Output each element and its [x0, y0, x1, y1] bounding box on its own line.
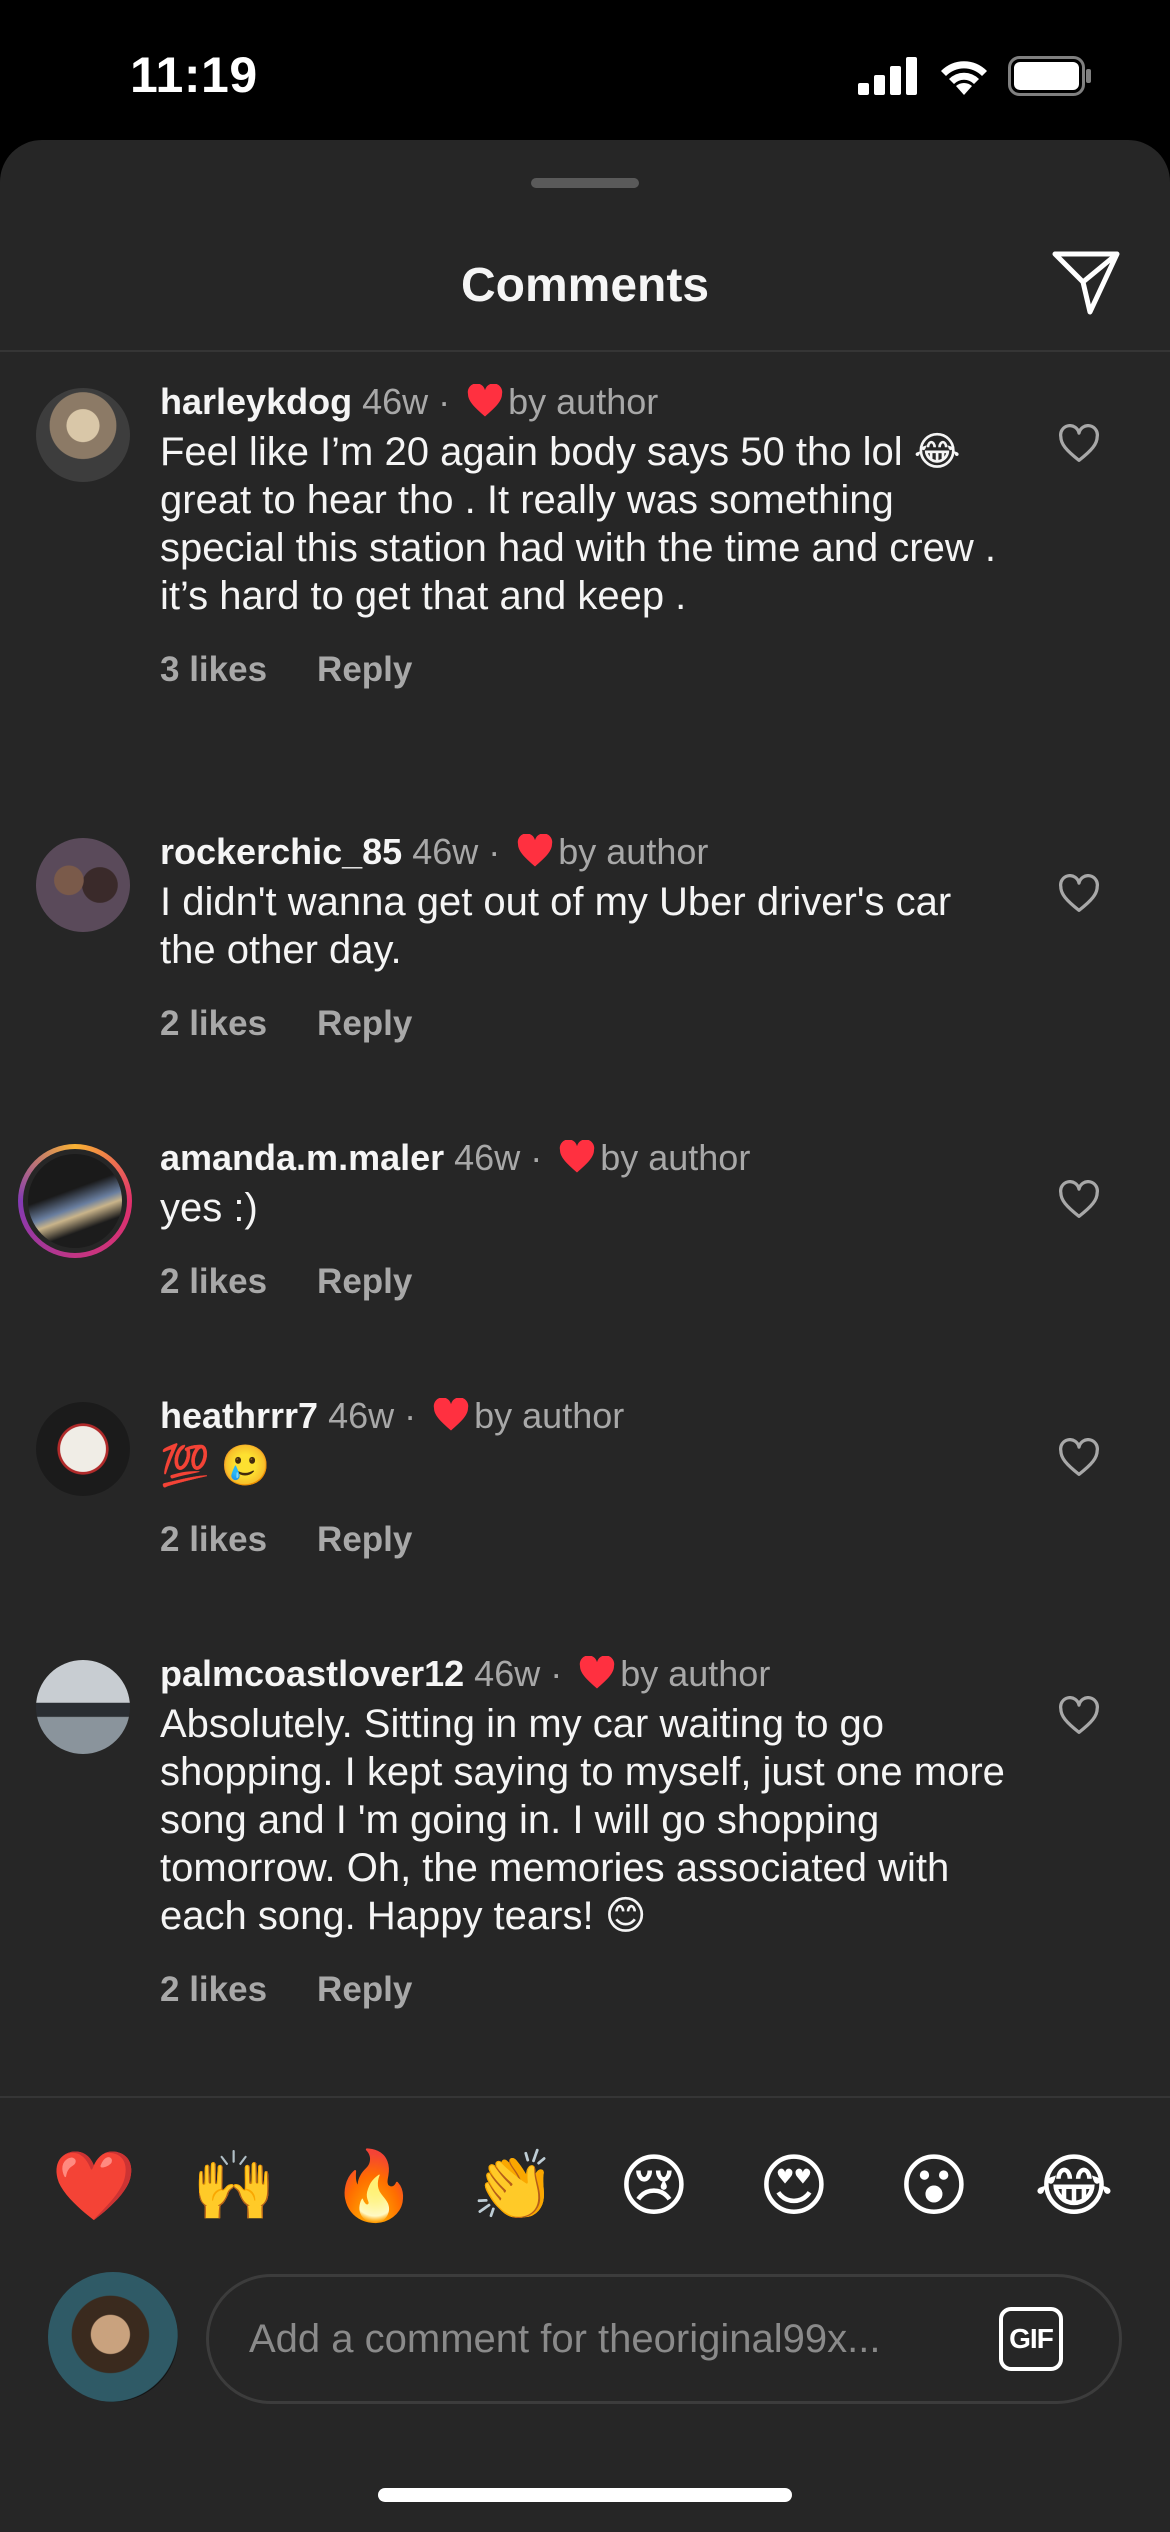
liked-by-author: by author: [600, 1137, 751, 1178]
avatar[interactable]: [36, 1402, 130, 1496]
share-icon[interactable]: [1050, 248, 1122, 318]
heart-outline-icon[interactable]: [1057, 1438, 1101, 1478]
comment-age: 46w: [454, 1137, 521, 1178]
like-count[interactable]: 2 likes: [160, 1520, 267, 1560]
like-count[interactable]: 2 likes: [160, 1262, 267, 1302]
sheet-grabber[interactable]: [531, 178, 639, 188]
comment-text: yes :): [160, 1186, 258, 1230]
avatar: [23, 1149, 127, 1253]
avatar[interactable]: [36, 1660, 130, 1754]
status-icons: [858, 56, 1092, 96]
comment-username[interactable]: palmcoastlover12: [160, 1653, 464, 1694]
title-divider: [0, 350, 1170, 352]
liked-by-author: by author: [508, 381, 659, 422]
author-heart-icon: [580, 1656, 615, 1689]
comment-username[interactable]: harleykdog: [160, 381, 352, 422]
comment-text: 💯 🥲: [160, 1444, 271, 1488]
comment-composer: GIF: [206, 2274, 1122, 2404]
liked-by-author: by author: [558, 831, 709, 872]
avatar[interactable]: [36, 838, 130, 932]
status-time: 11:19: [130, 47, 258, 103]
emoji-raised-hands-button[interactable]: 🙌: [186, 2138, 282, 2234]
battery-icon: [1008, 56, 1091, 96]
status-bar: 11:19: [0, 0, 1170, 140]
reply-button[interactable]: Reply: [317, 1262, 412, 1302]
cellular-signal-icon: [858, 57, 917, 95]
comment-text: I didn't wanna get out of my Uber driver…: [160, 880, 952, 972]
like-count[interactable]: 2 likes: [160, 1004, 267, 1044]
emoji-crying-button[interactable]: 😢: [606, 2138, 702, 2234]
current-user-avatar: [48, 2272, 178, 2402]
liked-by-author: by author: [620, 1653, 771, 1694]
comment-age: 46w: [474, 1653, 541, 1694]
home-indicator[interactable]: [378, 2488, 792, 2502]
emoji-laughing-button[interactable]: 😂: [1026, 2138, 1122, 2234]
comment-age: 46w: [412, 831, 479, 872]
emoji-heart-button[interactable]: ❤️: [46, 2138, 142, 2234]
emoji-surprised-button[interactable]: 😮: [886, 2138, 982, 2234]
sheet-title: Comments: [460, 259, 710, 312]
author-heart-icon: [433, 1398, 469, 1431]
comment-username[interactable]: heathrrr7: [160, 1395, 318, 1436]
avatar-story-ring[interactable]: [18, 1144, 132, 1258]
author-heart-icon: [559, 1140, 595, 1173]
wifi-icon: [941, 61, 987, 95]
comment-age: 46w: [362, 381, 429, 422]
composer-divider: [0, 2096, 1170, 2098]
comment-username[interactable]: amanda.m.maler: [160, 1137, 444, 1178]
author-heart-icon: [467, 384, 503, 417]
heart-outline-icon[interactable]: [1057, 874, 1101, 914]
comment-username[interactable]: rockerchic_85: [160, 831, 402, 872]
reply-button[interactable]: Reply: [317, 650, 412, 690]
reply-button[interactable]: Reply: [317, 1970, 412, 2010]
emoji-fire-button[interactable]: 🔥: [326, 2138, 422, 2234]
emoji-clap-button[interactable]: 👏: [466, 2138, 562, 2234]
gif-button[interactable]: GIF: [999, 2307, 1063, 2371]
emoji-heart-eyes-button[interactable]: 😍: [746, 2138, 842, 2234]
heart-outline-icon[interactable]: [1057, 424, 1101, 464]
heart-outline-icon[interactable]: [1057, 1180, 1101, 1220]
author-heart-icon: [518, 834, 553, 867]
quick-emoji-bar: ❤️ 🙌 🔥 👏 😢 😍 😮 😂: [0, 2138, 1170, 2234]
comment-age: 46w: [328, 1395, 395, 1436]
liked-by-author: by author: [474, 1395, 625, 1436]
reply-button[interactable]: Reply: [317, 1004, 412, 1044]
reply-button[interactable]: Reply: [317, 1520, 412, 1560]
like-count[interactable]: 2 likes: [160, 1970, 267, 2010]
like-count[interactable]: 3 likes: [160, 650, 267, 690]
comment-text: Absolutely. Sitting in my car waiting to…: [160, 1702, 1005, 1938]
comment-input[interactable]: [249, 2277, 969, 2401]
heart-outline-icon[interactable]: [1057, 1696, 1101, 1736]
comment-text: Feel like I’m 20 again body says 50 tho …: [160, 430, 996, 618]
avatar[interactable]: [36, 388, 130, 482]
